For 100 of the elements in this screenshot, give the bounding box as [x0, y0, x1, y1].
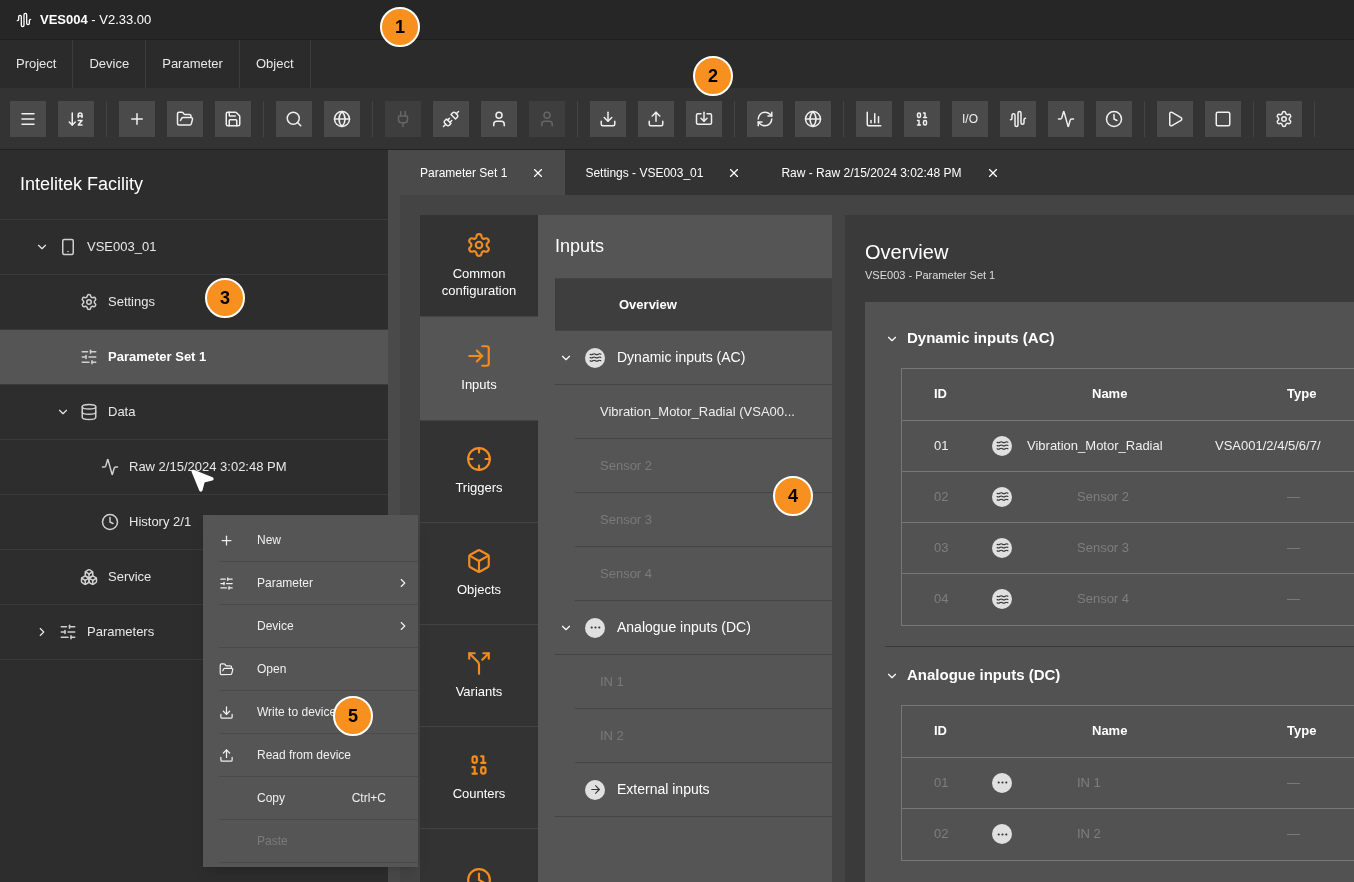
import-icon — [695, 109, 713, 128]
category-item[interactable]: Objects — [420, 523, 538, 625]
table-cell-text: 01 — [933, 436, 950, 455]
table-cell-text: — — [1286, 538, 1300, 557]
tree-label: Service — [108, 568, 152, 587]
table-cell-text: Vibration_Motor_Radial — [1026, 436, 1164, 455]
toolbar-button[interactable] — [1266, 100, 1302, 137]
section-header[interactable]: Analogue inputs (DC) — [885, 646, 1354, 705]
sliders-icon — [80, 348, 98, 366]
tree-item[interactable]: Parameter Set 1 — [0, 330, 388, 385]
tree-label: Parameter Set 1 — [108, 348, 207, 367]
tree-label: Parameters — [87, 623, 155, 642]
upload-icon — [219, 747, 234, 763]
section-header[interactable]: Dynamic inputs (AC) — [885, 309, 1354, 368]
sliders-icon — [219, 575, 234, 591]
table-cell-text: — — [1286, 487, 1300, 506]
category-label: Inputs — [460, 377, 498, 394]
toolbar-button[interactable] — [686, 100, 722, 137]
play-icon — [1166, 109, 1184, 128]
category-label: Counters — [451, 786, 507, 803]
toolbar-button[interactable] — [747, 100, 783, 137]
input-group[interactable]: Dynamic inputs (AC) — [555, 331, 832, 385]
tree-label: VSE003_01 — [87, 238, 157, 257]
toolbar-button[interactable]: I/O — [952, 100, 988, 137]
globe-icon — [804, 109, 822, 128]
toolbar-button[interactable] — [1000, 100, 1036, 137]
tab[interactable]: Parameter Set 1 — [400, 150, 566, 195]
plus-icon — [219, 532, 234, 548]
split-arrows-icon — [466, 650, 492, 677]
window-title: VES004 - V2.33.00 — [40, 10, 152, 29]
toolbar-button[interactable] — [433, 100, 469, 137]
column-header: Name — [1091, 385, 1129, 404]
menu-item[interactable]: New — [219, 519, 418, 562]
toolbar-button[interactable] — [590, 100, 626, 137]
group-label: Dynamic inputs (AC) — [617, 348, 746, 367]
unplug-icon — [442, 109, 460, 128]
table-row[interactable]: 01 Vibration_Motor_Radial VSA001/2/4/5/6/7/ — [902, 420, 1354, 472]
save-icon — [224, 109, 242, 128]
toolbar-button[interactable] — [795, 100, 831, 137]
column-header: ID — [933, 722, 948, 741]
dots-icon — [992, 772, 1012, 793]
input-group[interactable]: External inputs — [555, 763, 832, 817]
category-item[interactable]: Common configuration — [420, 215, 538, 317]
category-item[interactable]: Inputs — [420, 317, 538, 421]
toolbar-button[interactable] — [215, 100, 251, 137]
toolbar-button[interactable] — [638, 100, 674, 137]
tree-label: Settings — [108, 293, 155, 312]
toolbar-button[interactable] — [856, 100, 892, 137]
overview-item[interactable]: Overview — [555, 279, 832, 331]
toolbar-button[interactable] — [481, 100, 517, 137]
dots-icon — [585, 617, 605, 638]
toolbar-button[interactable] — [1096, 100, 1132, 137]
table-cell-text: — — [1286, 590, 1300, 609]
category-item[interactable]: Variants — [420, 625, 538, 727]
pulse-icon — [101, 458, 119, 476]
toolbar-button[interactable] — [904, 100, 940, 137]
boxes-icon — [80, 568, 98, 586]
tree-label: Raw 2/15/2024 3:02:48 PM — [129, 458, 287, 477]
tree-label: Data — [108, 403, 136, 422]
toolbar-button[interactable] — [324, 100, 360, 137]
toolbar-button[interactable] — [276, 100, 312, 137]
globe-icon — [333, 109, 351, 128]
toolbar-button[interactable] — [167, 100, 203, 137]
group-label: Analogue inputs (DC) — [617, 618, 751, 637]
settings-icon — [1275, 109, 1293, 128]
menu-item[interactable]: Parameter — [219, 562, 418, 605]
table-cell-text: — — [1286, 773, 1300, 792]
cube-icon — [466, 548, 492, 575]
category-item[interactable]: Counters — [420, 727, 538, 829]
category-label: Variants — [454, 684, 504, 701]
category-item[interactable]: Triggers — [420, 421, 538, 523]
tree-label: History 2/1 — [129, 513, 192, 532]
folder-icon — [176, 109, 194, 128]
toolbar-button[interactable] — [58, 100, 94, 137]
clock-icon — [101, 513, 119, 531]
table-cell-text: VSA001/2/4/5/6/7/ — [1214, 436, 1321, 455]
stop-icon — [1214, 109, 1232, 128]
settings-icon — [80, 293, 98, 311]
toolbar-button[interactable] — [1048, 100, 1084, 137]
table-cell-text: — — [1286, 825, 1300, 844]
upload-icon — [647, 109, 665, 128]
column-header: Type — [1286, 385, 1317, 404]
input-group[interactable]: Analogue inputs (DC) — [555, 601, 832, 655]
input-item[interactable]: Vibration_Motor_Radial (VSA00... — [575, 385, 832, 439]
wave-icon — [992, 589, 1012, 609]
database-icon — [80, 403, 98, 421]
menu-item[interactable]: Device — [219, 605, 418, 648]
toolbar-button[interactable] — [1205, 100, 1241, 137]
menu-item[interactable]: Open — [219, 648, 418, 691]
toolbar-button[interactable] — [119, 100, 155, 137]
overview-subtitle: VSE003 - Parameter Set 1 — [865, 268, 997, 283]
group-label: External inputs — [617, 780, 710, 799]
toolbar-button[interactable] — [1157, 100, 1193, 137]
folder-icon — [219, 661, 234, 677]
wave-icon — [992, 537, 1012, 558]
download-icon — [219, 704, 234, 720]
menu-item[interactable]: Copy Ctrl+C — [219, 777, 418, 820]
toolbar-button[interactable] — [10, 100, 46, 137]
wave-icon — [992, 435, 1012, 456]
tree-item[interactable]: Data — [0, 385, 388, 440]
